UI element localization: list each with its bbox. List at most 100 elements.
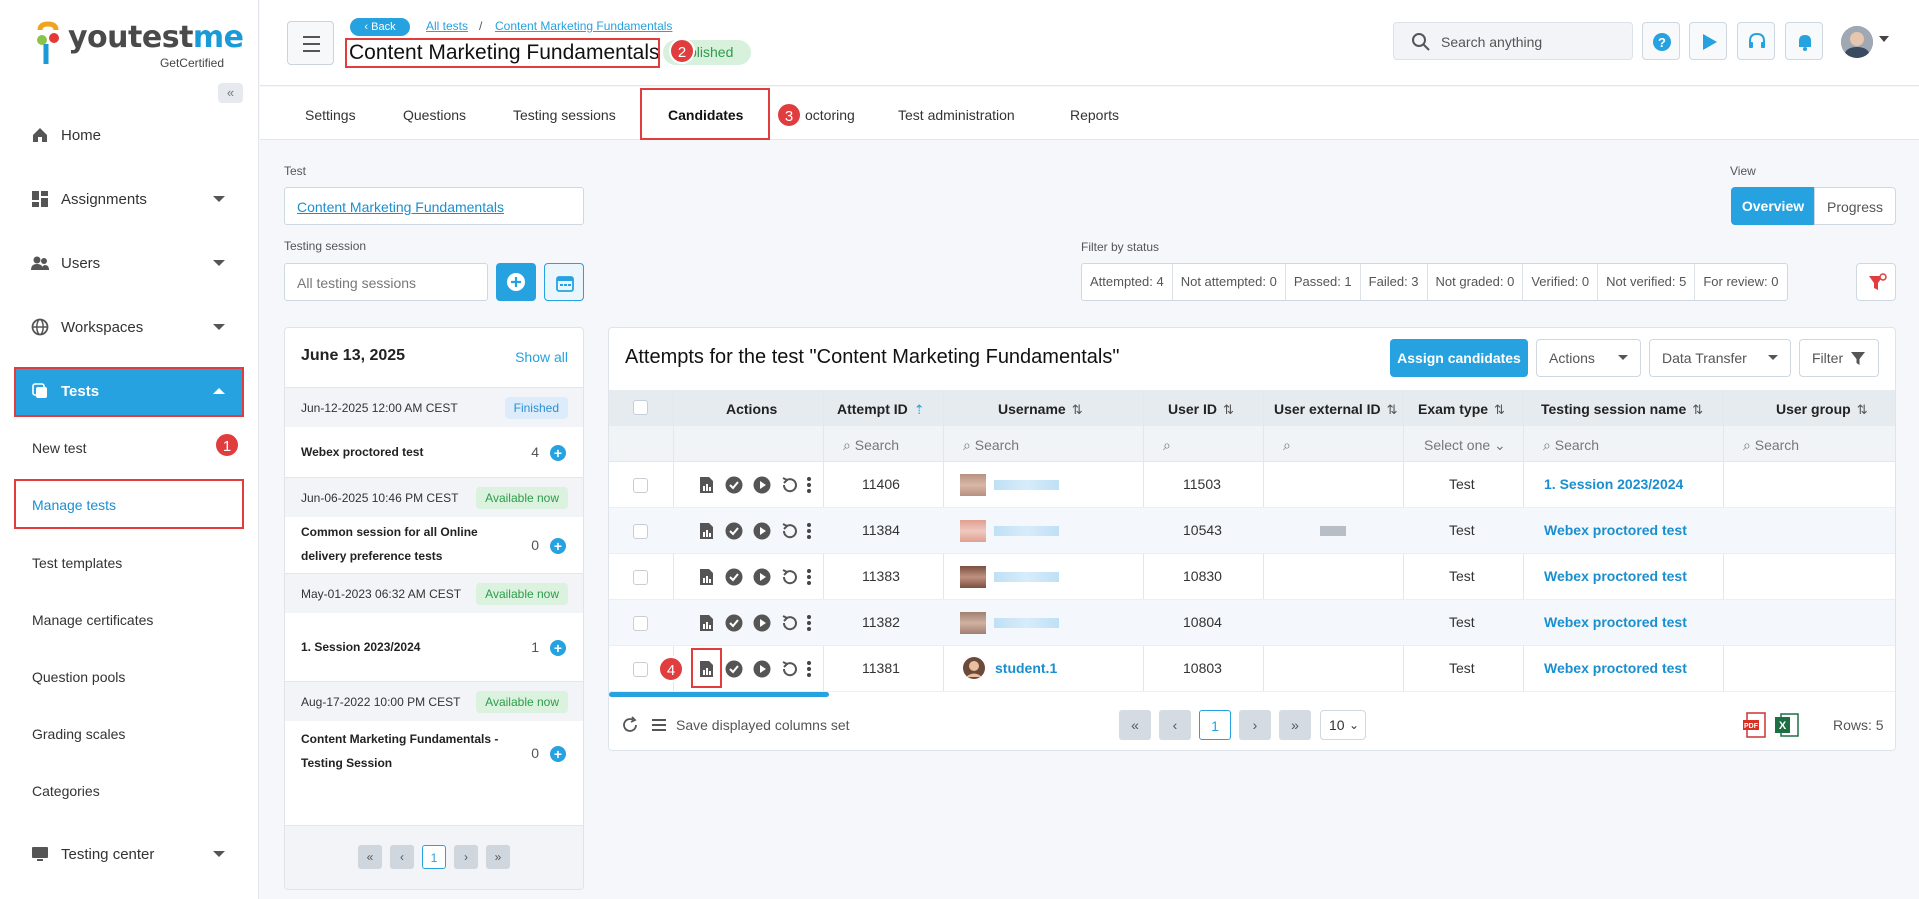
clear-filter-button[interactable] xyxy=(1856,263,1896,301)
session-item[interactable]: Webex proctored test 4 + xyxy=(285,427,583,477)
support-button[interactable] xyxy=(1737,22,1775,60)
user-avatar[interactable] xyxy=(1841,26,1873,58)
cell-testing-session[interactable]: Webex proctored test xyxy=(1544,568,1687,584)
reset-icon[interactable] xyxy=(781,476,799,494)
notifications-button[interactable] xyxy=(1785,22,1823,60)
reset-icon[interactable] xyxy=(781,660,799,678)
col-header-attempt-id[interactable]: Attempt ID ⇡ xyxy=(837,401,925,418)
collapse-sidebar-button[interactable]: « xyxy=(218,83,243,103)
view-overview-button[interactable]: Overview xyxy=(1731,187,1815,225)
more-options-icon[interactable] xyxy=(805,476,813,494)
verify-icon[interactable] xyxy=(725,476,743,494)
more-options-icon[interactable] xyxy=(805,660,813,678)
col-header-testing-session-name[interactable]: Testing session name ⇅ xyxy=(1541,401,1703,418)
tab-testing-sessions[interactable]: Testing sessions xyxy=(513,107,616,123)
col-header-user-id[interactable]: User ID ⇅ xyxy=(1168,401,1234,418)
table-row[interactable] xyxy=(609,554,1895,600)
username-search[interactable]: ⌕ Search xyxy=(963,437,1019,454)
testing-session-search[interactable]: ⌕ Search xyxy=(1543,437,1599,454)
cell-testing-session[interactable]: Webex proctored test xyxy=(1544,614,1687,630)
sidebar-subitem-test-templates[interactable]: Test templates xyxy=(32,555,122,571)
sidebar-item-assignments[interactable]: Assignments xyxy=(15,175,243,223)
sidebar-item-home[interactable]: Home xyxy=(15,111,243,159)
report-icon[interactable] xyxy=(697,614,715,632)
row-checkbox[interactable] xyxy=(633,662,648,677)
grid-next-page-button[interactable]: › xyxy=(1239,710,1271,740)
reset-icon[interactable] xyxy=(781,614,799,632)
add-candidate-icon[interactable]: + xyxy=(550,538,566,554)
cell-testing-session[interactable]: Webex proctored test xyxy=(1544,522,1687,538)
add-candidate-icon[interactable]: + xyxy=(550,445,566,461)
cell-testing-session[interactable]: 1. Session 2023/2024 xyxy=(1544,476,1683,492)
excel-export-icon[interactable]: X xyxy=(1774,712,1800,738)
view-progress-button[interactable]: Progress xyxy=(1814,187,1896,225)
select-all-checkbox[interactable] xyxy=(633,400,648,415)
row-checkbox[interactable] xyxy=(633,616,648,631)
verify-icon[interactable] xyxy=(725,522,743,540)
play-attempt-icon[interactable] xyxy=(753,476,771,494)
sidebar-item-testing-center[interactable]: Testing center xyxy=(15,830,243,878)
menu-toggle-button[interactable] xyxy=(287,21,334,65)
row-checkbox[interactable] xyxy=(633,524,648,539)
sidebar-subitem-categories[interactable]: Categories xyxy=(32,783,100,799)
attempt-id-search[interactable]: ⌕ Search xyxy=(843,437,899,454)
list-icon[interactable] xyxy=(651,717,667,733)
status-for-review[interactable]: For review: 0 xyxy=(1695,264,1786,300)
back-button[interactable]: ‹ Back xyxy=(350,18,410,36)
pdf-export-icon[interactable]: PDF xyxy=(1742,712,1768,738)
sidebar-subitem-new-test[interactable]: New test xyxy=(32,440,86,456)
table-row[interactable] xyxy=(609,600,1895,646)
user-group-search[interactable]: ⌕ Search xyxy=(1743,437,1799,454)
grid-prev-page-button[interactable]: ‹ xyxy=(1159,710,1191,740)
global-search-input[interactable]: Search anything xyxy=(1393,22,1633,60)
reset-icon[interactable] xyxy=(781,568,799,586)
pixelated-username[interactable] xyxy=(994,480,1059,490)
verify-icon[interactable] xyxy=(725,660,743,678)
grid-last-page-button[interactable]: » xyxy=(1279,710,1311,740)
col-header-username[interactable]: Username ⇅ xyxy=(998,401,1083,418)
status-failed[interactable]: Failed: 3 xyxy=(1361,264,1428,300)
test-select-value[interactable]: Content Marketing Fundamentals xyxy=(297,199,504,215)
play-attempt-icon[interactable] xyxy=(753,568,771,586)
help-button[interactable]: ? xyxy=(1642,22,1680,60)
play-attempt-icon[interactable] xyxy=(753,660,771,678)
assign-candidates-button[interactable]: Assign candidates xyxy=(1390,339,1528,377)
current-page[interactable]: 1 xyxy=(422,845,446,869)
save-columns-link[interactable]: Save displayed columns set xyxy=(676,717,850,733)
breadcrumb-current-test[interactable]: Content Marketing Fundamentals xyxy=(495,19,672,33)
sidebar-subitem-grading-scales[interactable]: Grading scales xyxy=(32,726,125,742)
sidebar-item-workspaces[interactable]: Workspaces xyxy=(15,303,243,351)
next-page-button[interactable]: › xyxy=(454,845,478,869)
user-id-search[interactable]: ⌕ xyxy=(1163,437,1171,454)
add-candidate-icon[interactable]: + xyxy=(550,640,566,656)
add-session-button[interactable] xyxy=(496,263,536,301)
play-button[interactable] xyxy=(1689,22,1727,60)
tab-proctoring[interactable]: octoring xyxy=(805,107,855,123)
sidebar-subitem-question-pools[interactable]: Question pools xyxy=(32,669,125,685)
pixelated-username[interactable] xyxy=(994,572,1059,582)
exam-type-select[interactable]: Select one ⌄ xyxy=(1424,437,1506,454)
status-not-verified[interactable]: Not verified: 5 xyxy=(1598,264,1696,300)
first-page-button[interactable]: « xyxy=(358,845,382,869)
page-size-select[interactable]: 10 ⌄ xyxy=(1320,710,1366,740)
user-external-id-search[interactable]: ⌕ xyxy=(1283,437,1291,454)
row-checkbox[interactable] xyxy=(633,478,648,493)
horizontal-scrollbar[interactable] xyxy=(609,692,829,697)
tab-reports[interactable]: Reports xyxy=(1070,107,1119,123)
refresh-icon[interactable] xyxy=(620,715,640,735)
status-verified[interactable]: Verified: 0 xyxy=(1523,264,1599,300)
tab-questions[interactable]: Questions xyxy=(403,107,466,123)
test-select[interactable]: Content Marketing Fundamentals xyxy=(284,187,584,225)
pixelated-username[interactable] xyxy=(994,618,1059,628)
last-page-button[interactable]: » xyxy=(486,845,510,869)
table-row[interactable] xyxy=(609,508,1895,554)
chevron-down-icon[interactable] xyxy=(1879,36,1889,42)
col-header-user-external-id[interactable]: User external ID ⇅ xyxy=(1274,401,1398,418)
sidebar-subitem-manage-certificates[interactable]: Manage certificates xyxy=(32,612,153,628)
actions-dropdown[interactable]: Actions xyxy=(1536,339,1641,377)
breadcrumb-all-tests[interactable]: All tests xyxy=(426,19,468,33)
col-header-user-group[interactable]: User group ⇅ xyxy=(1776,401,1868,418)
show-all-link[interactable]: Show all xyxy=(515,349,568,365)
row-checkbox[interactable] xyxy=(633,570,648,585)
verify-icon[interactable] xyxy=(725,568,743,586)
